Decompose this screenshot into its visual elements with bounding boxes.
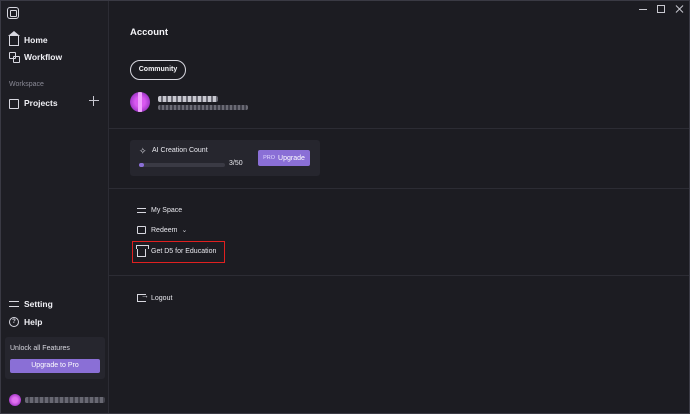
- add-project-icon[interactable]: [89, 96, 99, 106]
- window-controls: [639, 5, 683, 13]
- blurred-username: [25, 397, 105, 403]
- ai-creation-card: ✧ AI Creation Count 3/50 PRO Upgrade: [130, 140, 320, 176]
- minimize-icon[interactable]: [639, 5, 647, 13]
- pro-badge: PRO: [263, 155, 276, 161]
- settings-icon: [9, 299, 19, 309]
- home-icon: [8, 31, 20, 46]
- community-button[interactable]: Community: [130, 60, 186, 80]
- divider: [109, 188, 689, 189]
- workflow-icon: [9, 52, 20, 63]
- sliders-icon: [137, 206, 146, 214]
- page-title: Account: [130, 27, 168, 38]
- sparkle-icon: ✧: [139, 146, 147, 156]
- unlock-title: Unlock all Features: [10, 345, 70, 352]
- sidebar-item-projects[interactable]: Projects: [9, 94, 58, 112]
- divider: [109, 128, 689, 129]
- ai-usage-count: 3/50: [229, 160, 243, 167]
- sidebar-item-workflow[interactable]: Workflow: [9, 48, 62, 66]
- upgrade-to-pro-button[interactable]: Upgrade to Pro: [10, 359, 100, 373]
- help-icon: ?: [9, 317, 19, 327]
- avatar: [9, 394, 21, 406]
- divider: [109, 275, 689, 276]
- sidebar-item-label: Workflow: [24, 52, 63, 62]
- folder-icon: [9, 99, 19, 109]
- sidebar-item-home[interactable]: Home: [8, 31, 48, 49]
- sidebar: Home Workflow Workspace Projects Setting…: [1, 1, 109, 413]
- highlight-box: [132, 241, 225, 263]
- menu-item-label: Logout: [151, 294, 173, 302]
- sidebar-item-label: Help: [24, 317, 43, 327]
- unlock-features-card: Unlock all Features Upgrade to Pro: [5, 337, 105, 379]
- app-window: Home Workflow Workspace Projects Setting…: [0, 0, 690, 414]
- chevron-down-icon: ⌄: [181, 227, 188, 234]
- menu-item-label: My Space: [151, 206, 183, 214]
- user-profile-row[interactable]: [9, 393, 105, 407]
- sidebar-item-label: Projects: [24, 98, 58, 108]
- ai-usage-progress-fill: [139, 163, 145, 167]
- upgrade-button[interactable]: PRO Upgrade: [258, 150, 310, 166]
- logout-button[interactable]: Logout: [137, 291, 172, 305]
- close-icon[interactable]: [675, 5, 683, 13]
- sidebar-item-setting[interactable]: Setting: [9, 295, 53, 313]
- menu-item-my-space[interactable]: My Space: [137, 203, 182, 217]
- menu-item-redeem[interactable]: Redeem ⌄: [137, 223, 187, 237]
- sidebar-item-label: Home: [24, 35, 48, 45]
- sidebar-item-label: Setting: [24, 299, 53, 309]
- sidebar-section-label: Workspace: [9, 81, 44, 88]
- blurred-profile-email: [158, 105, 248, 110]
- maximize-icon[interactable]: [657, 5, 665, 13]
- profile-avatar[interactable]: [130, 92, 150, 112]
- blurred-profile-name: [158, 96, 218, 102]
- sidebar-item-help[interactable]: ? Help: [9, 313, 42, 331]
- upgrade-label: Upgrade: [278, 154, 305, 162]
- app-logo-icon: [7, 7, 19, 19]
- ai-creation-title: AI Creation Count: [152, 147, 208, 154]
- ai-usage-progress: [139, 163, 225, 167]
- ticket-icon: [137, 226, 146, 234]
- logout-icon: [137, 291, 149, 302]
- menu-item-label: Redeem: [151, 226, 178, 234]
